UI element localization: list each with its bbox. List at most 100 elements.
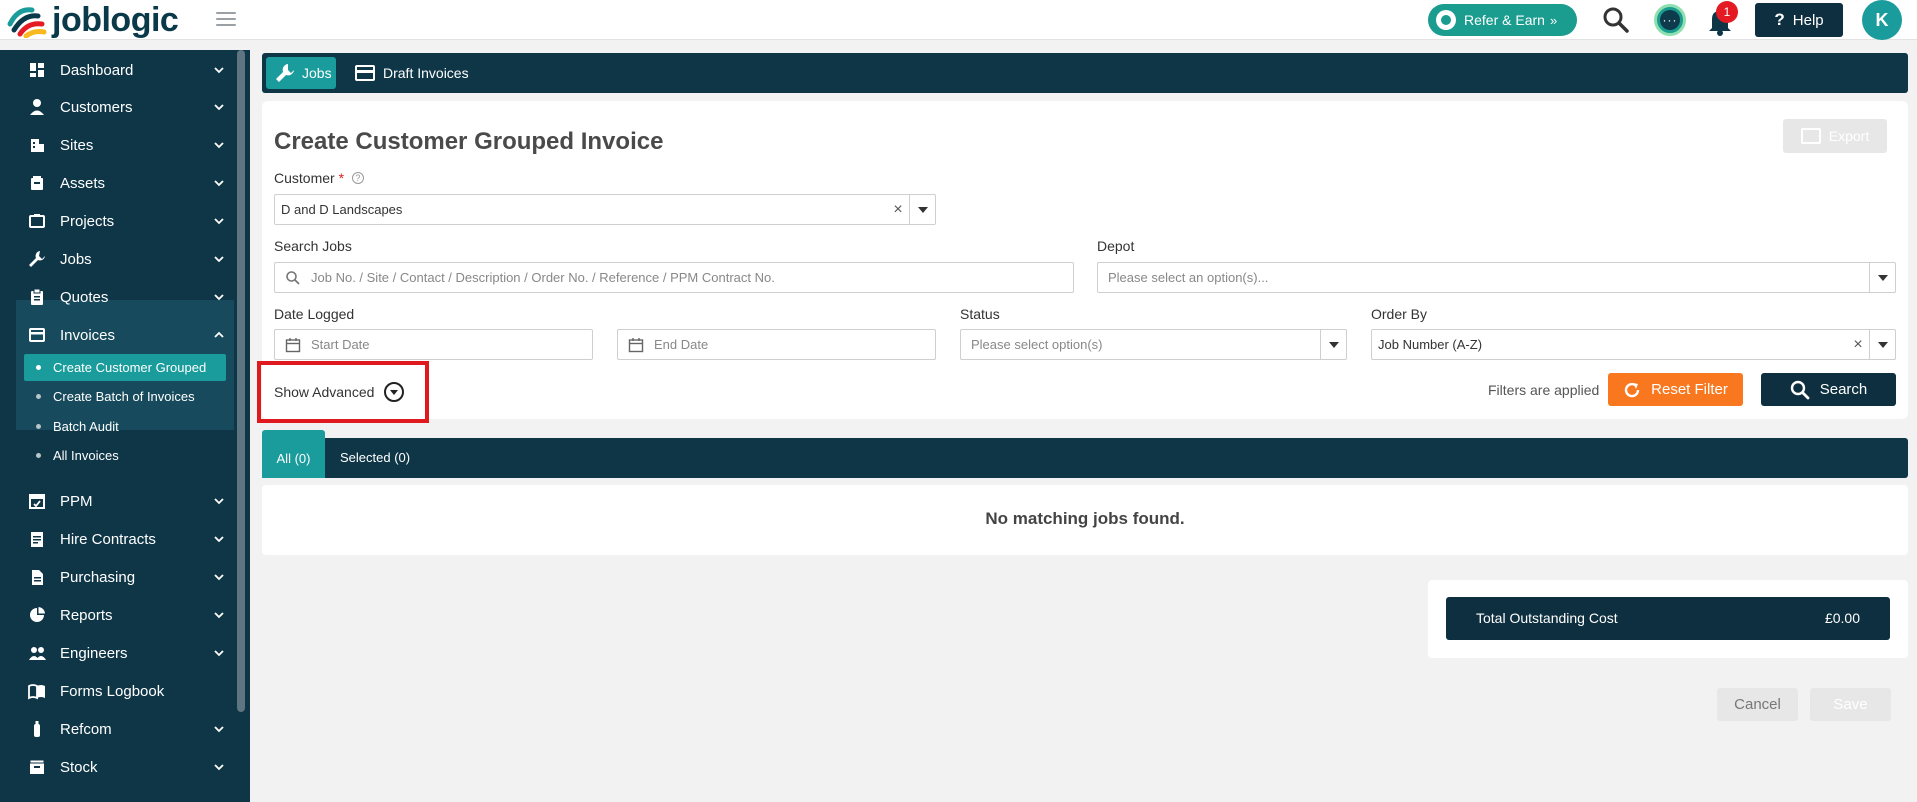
box-icon: [31, 176, 43, 190]
info-icon[interactable]: ?: [351, 172, 364, 184]
sidebar-item-label: Engineers: [60, 644, 128, 662]
sidebar-item-invoices[interactable]: Invoices: [16, 317, 234, 353]
sidebar-item-dashboard[interactable]: Dashboard: [16, 52, 234, 88]
show-advanced-toggle[interactable]: Show Advanced: [274, 382, 405, 402]
show-advanced-label: Show Advanced: [274, 384, 375, 400]
order-by-value: Job Number (A-Z): [1378, 337, 1483, 352]
sidebar-item-jobs[interactable]: Jobs: [16, 241, 234, 277]
chevron-down-icon: [214, 536, 224, 543]
cancel-button[interactable]: Cancel: [1717, 688, 1798, 721]
calendar-icon: [628, 337, 644, 352]
tab-selected[interactable]: Selected (0): [340, 450, 410, 465]
help-button[interactable]: ? Help: [1755, 3, 1843, 37]
chat-button[interactable]: ···: [1654, 4, 1686, 36]
sidebar-item-label: Invoices: [60, 326, 116, 344]
customer-value: D and D Landscapes: [281, 202, 403, 217]
search-jobs-placeholder: Job No. / Site / Contact / Description /…: [311, 270, 775, 285]
sidebar-item-customers[interactable]: Customers: [16, 89, 234, 125]
submenu-item-label: Batch Audit: [53, 419, 119, 434]
logo-text: joblogic: [52, 0, 179, 39]
depot-select[interactable]: Please select an option(s)...: [1097, 262, 1896, 293]
start-date-input[interactable]: Start Date: [274, 329, 593, 360]
contract-icon: [31, 532, 43, 547]
chevron-down-icon: [214, 218, 224, 225]
submenu-item-create-customer-grouped[interactable]: Create Customer Grouped: [24, 354, 226, 381]
refer-earn-button[interactable]: Refer & Earn »: [1428, 4, 1577, 36]
calendar-icon: [285, 337, 301, 352]
logo[interactable]: joblogic: [6, 0, 179, 39]
sidebar-item-ppm[interactable]: PPM: [16, 483, 234, 519]
sidebar-scrollbar[interactable]: [237, 50, 245, 712]
save-button[interactable]: Save: [1810, 688, 1891, 721]
submenu-item-label: Create Customer Grouped: [53, 360, 207, 375]
search-button[interactable]: Search: [1761, 373, 1896, 406]
chevron-down-circle-icon: [384, 382, 405, 402]
chevron-down-icon: [214, 256, 224, 263]
chevron-down-icon: [214, 498, 224, 505]
projects-icon: [29, 214, 45, 228]
sidebar-item-projects[interactable]: Projects: [16, 203, 234, 239]
person-icon: [30, 99, 44, 115]
invoice-icon: [29, 328, 45, 342]
sidebar-item-label: Assets: [60, 174, 106, 192]
export-label: Export: [1828, 128, 1870, 144]
pie-chart-icon: [30, 607, 45, 622]
search-jobs-input[interactable]: Job No. / Site / Contact / Description /…: [274, 262, 1074, 293]
logo-mark-icon: [7, 7, 47, 38]
sidebar-item-label: PPM: [60, 492, 93, 510]
end-date-input[interactable]: End Date: [617, 329, 936, 360]
depot-placeholder: Please select an option(s)...: [1108, 270, 1269, 285]
sidebar-item-assets[interactable]: Assets: [16, 165, 234, 201]
clear-customer-icon[interactable]: ×: [887, 201, 909, 219]
sidebar-item-label: Dashboard: [60, 61, 134, 79]
total-amount: £0.00: [1824, 610, 1860, 626]
sidebar-item-label: Reports: [60, 606, 113, 624]
help-label: Help: [1792, 11, 1824, 29]
tab-draft-invoices[interactable]: Draft Invoices: [355, 57, 469, 89]
sidebar-item-purchasing[interactable]: Purchasing: [16, 559, 234, 595]
end-date-placeholder: End Date: [654, 337, 709, 352]
status-select[interactable]: Please select option(s): [960, 329, 1347, 360]
avatar[interactable]: K: [1862, 0, 1902, 40]
search-icon: [1790, 380, 1810, 399]
depot-dropdown-toggle[interactable]: [1869, 263, 1895, 292]
bullet-icon: [36, 424, 41, 429]
customer-label-text: Customer: [274, 170, 335, 186]
submenu-item-create-batch-of-invoices[interactable]: Create Batch of Invoices: [24, 383, 226, 410]
submenu-item-label: Create Batch of Invoices: [53, 389, 195, 404]
notification-badge: 1: [1716, 1, 1738, 23]
search-jobs-label: Search Jobs: [274, 238, 352, 254]
sidebar-item-quotes[interactable]: Quotes: [16, 279, 234, 315]
dashboard-icon: [30, 63, 44, 77]
tab-all[interactable]: All (0): [262, 430, 325, 478]
empty-results-message: No matching jobs found.: [985, 509, 1185, 528]
submenu-item-all-invoices[interactable]: All Invoices: [24, 442, 226, 469]
search-icon[interactable]: [1602, 6, 1630, 34]
sidebar-item-engineers[interactable]: Engineers: [16, 635, 234, 671]
chevron-down-icon: [214, 726, 224, 733]
export-button[interactable]: Export: [1783, 119, 1887, 153]
status-placeholder: Please select option(s): [971, 337, 1103, 352]
customer-dropdown-toggle[interactable]: [909, 195, 935, 224]
clear-order-icon[interactable]: ×: [1847, 336, 1869, 354]
bullet-icon: [36, 365, 41, 370]
reset-filter-button[interactable]: Reset Filter: [1608, 373, 1743, 406]
wrench-icon: [29, 251, 45, 267]
card-icon: [355, 65, 375, 81]
sidebar-item-hire-contracts[interactable]: Hire Contracts: [16, 521, 234, 557]
order-by-select[interactable]: Job Number (A-Z) ×: [1371, 329, 1896, 360]
customer-select[interactable]: D and D Landscapes ×: [274, 194, 936, 225]
sidebar-item-label: Stock: [60, 758, 98, 776]
status-dropdown-toggle[interactable]: [1320, 330, 1346, 359]
required-marker: *: [338, 170, 345, 186]
sidebar-item-forms-logbook[interactable]: Forms Logbook: [16, 673, 234, 709]
sidebar-item-stock[interactable]: Stock: [16, 749, 234, 785]
order-by-dropdown-toggle[interactable]: [1869, 330, 1895, 359]
sidebar-item-sites[interactable]: Sites: [16, 127, 234, 163]
sidebar-item-label: Hire Contracts: [60, 530, 156, 548]
menu-toggle-icon[interactable]: [216, 12, 236, 28]
submenu-item-batch-audit[interactable]: Batch Audit: [24, 413, 226, 440]
tab-jobs[interactable]: Jobs: [266, 57, 336, 89]
sidebar-item-reports[interactable]: Reports: [16, 597, 234, 633]
sidebar-item-refcom[interactable]: Refcom: [16, 711, 234, 747]
